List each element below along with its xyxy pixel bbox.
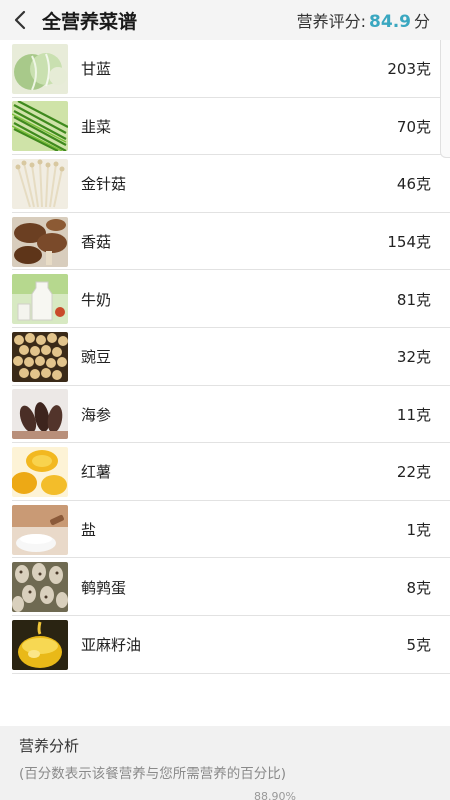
sweet-potato-icon bbox=[12, 446, 68, 497]
app-header: 全营养菜谱 营养评分: 84.9 分 bbox=[0, 0, 450, 40]
item-amount: 5克 bbox=[406, 636, 431, 655]
ingredient-list: 甘蓝 203克 韭菜 70克 金针菇 46克 香菇 154克 牛奶 81克 豌豆… bbox=[0, 40, 450, 674]
quail-egg-icon bbox=[12, 562, 68, 613]
item-amount: 22克 bbox=[396, 463, 431, 482]
item-amount: 8克 bbox=[406, 578, 431, 597]
analysis-note: (百分数表示该餐营养与您所需营养的百分比) bbox=[19, 766, 287, 782]
score-value: 84.9 bbox=[369, 12, 411, 32]
list-item[interactable]: 金针菇 46克 bbox=[0, 155, 450, 213]
item-amount: 154克 bbox=[387, 233, 431, 252]
cabbage-icon bbox=[12, 43, 68, 94]
item-name: 香菇 bbox=[81, 233, 112, 252]
score-unit: 分 bbox=[413, 12, 430, 31]
shiitake-mushroom-icon bbox=[12, 216, 68, 267]
item-name: 甘蓝 bbox=[81, 60, 112, 79]
nutrition-score: 营养评分: 84.9 分 bbox=[297, 8, 430, 32]
sea-cucumber-icon bbox=[12, 389, 68, 440]
item-amount: 203克 bbox=[387, 60, 431, 79]
item-name: 豌豆 bbox=[81, 348, 112, 367]
chives-icon bbox=[12, 101, 68, 152]
item-name: 韭菜 bbox=[81, 117, 112, 136]
item-amount: 46克 bbox=[396, 175, 431, 194]
item-name: 鹌鹑蛋 bbox=[81, 578, 127, 597]
item-amount: 11克 bbox=[396, 405, 431, 424]
list-item[interactable]: 亚麻籽油 5克 bbox=[0, 616, 450, 674]
list-item[interactable]: 鹌鹑蛋 8克 bbox=[0, 558, 450, 616]
item-name: 亚麻籽油 bbox=[81, 636, 142, 655]
milk-icon bbox=[12, 274, 68, 325]
item-amount: 81克 bbox=[396, 290, 431, 309]
list-item[interactable]: 海参 11克 bbox=[0, 386, 450, 444]
score-label: 营养评分: bbox=[296, 12, 367, 31]
nutrition-analysis-section: 营养分析 (百分数表示该餐营养与您所需营养的百分比) 88.90% bbox=[0, 726, 450, 800]
scroll-indicator bbox=[440, 40, 450, 158]
back-button[interactable] bbox=[0, 0, 40, 40]
list-item[interactable]: 香菇 154克 bbox=[0, 213, 450, 271]
item-amount: 70克 bbox=[396, 117, 431, 136]
list-item[interactable]: 牛奶 81克 bbox=[0, 270, 450, 328]
item-name: 金针菇 bbox=[81, 175, 127, 194]
item-name: 牛奶 bbox=[81, 290, 112, 309]
list-item[interactable]: 盐 1克 bbox=[0, 501, 450, 559]
list-item[interactable]: 豌豆 32克 bbox=[0, 328, 450, 386]
list-item[interactable]: 红薯 22克 bbox=[0, 443, 450, 501]
analysis-percent: 88.90% bbox=[254, 790, 296, 800]
item-name: 海参 bbox=[81, 405, 112, 424]
list-item[interactable]: 韭菜 70克 bbox=[0, 98, 450, 156]
salt-icon bbox=[12, 504, 68, 555]
item-amount: 32克 bbox=[396, 348, 431, 367]
item-name: 红薯 bbox=[81, 463, 112, 482]
page-title: 全营养菜谱 bbox=[42, 10, 138, 33]
analysis-title: 营养分析 bbox=[19, 737, 80, 755]
flaxseed-oil-icon bbox=[12, 619, 68, 670]
item-name: 盐 bbox=[81, 521, 97, 540]
pea-icon bbox=[12, 331, 68, 382]
item-amount: 1克 bbox=[406, 521, 431, 540]
list-item[interactable]: 甘蓝 203克 bbox=[0, 40, 450, 98]
chevron-left-icon bbox=[14, 10, 26, 30]
enoki-mushroom-icon bbox=[12, 158, 68, 209]
